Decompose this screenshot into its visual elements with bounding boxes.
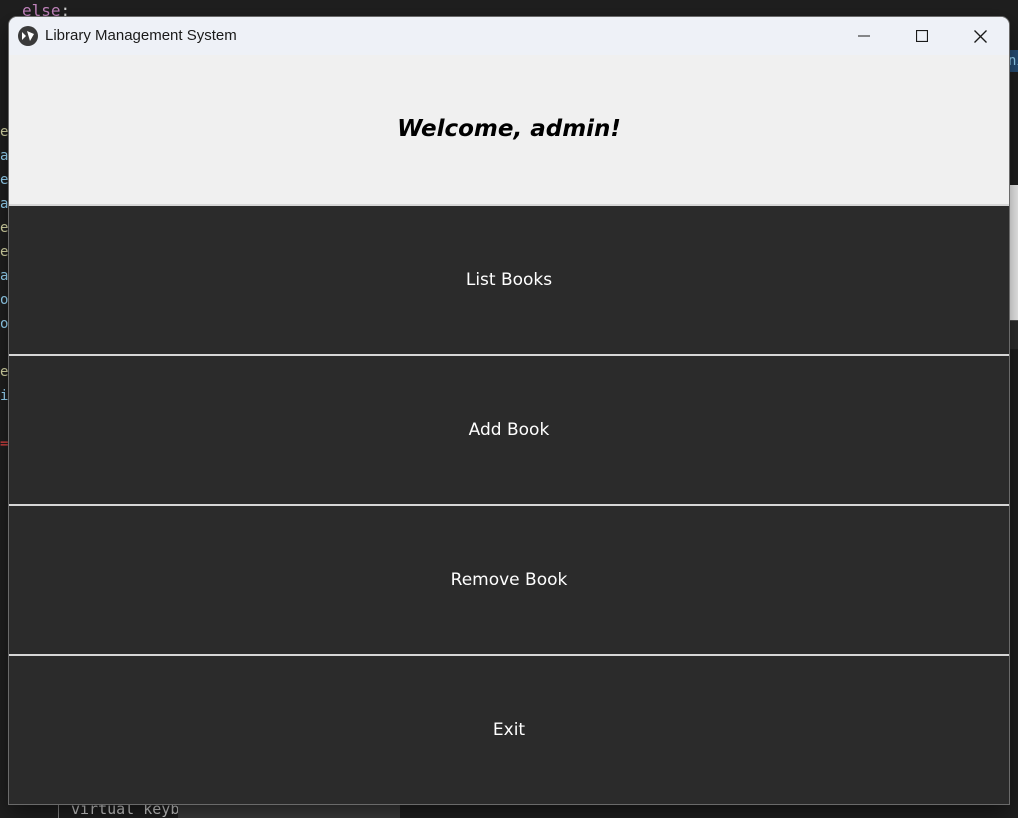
remove-book-button[interactable]: Remove Book: [9, 504, 1009, 654]
window-titlebar[interactable]: Library Management System: [9, 17, 1009, 55]
kivy-logo-icon: [18, 26, 38, 46]
window-content: Welcome, admin! List Books Add Book Remo…: [9, 55, 1009, 804]
add-book-button[interactable]: Add Book: [9, 354, 1009, 504]
close-icon: [973, 29, 987, 43]
maximize-icon: [916, 30, 928, 42]
minimize-button[interactable]: [835, 17, 893, 55]
window-title: Library Management System: [45, 27, 237, 44]
welcome-heading: Welcome, admin!: [397, 115, 621, 142]
close-button[interactable]: [951, 17, 1009, 55]
code-fragment: ni: [1008, 53, 1018, 69]
editor-right-fragment: ni: [1008, 50, 1018, 72]
list-books-button[interactable]: List Books: [9, 204, 1009, 354]
editor-right-panel: [1008, 320, 1018, 349]
minimize-icon: [858, 35, 870, 37]
welcome-area: Welcome, admin!: [9, 55, 1009, 204]
app-window: Library Management System Welcome, admin…: [9, 17, 1009, 804]
window-controls: [835, 17, 1009, 55]
maximize-button[interactable]: [893, 17, 951, 55]
exit-button[interactable]: Exit: [9, 654, 1009, 804]
editor-right-panel: [1008, 185, 1018, 320]
